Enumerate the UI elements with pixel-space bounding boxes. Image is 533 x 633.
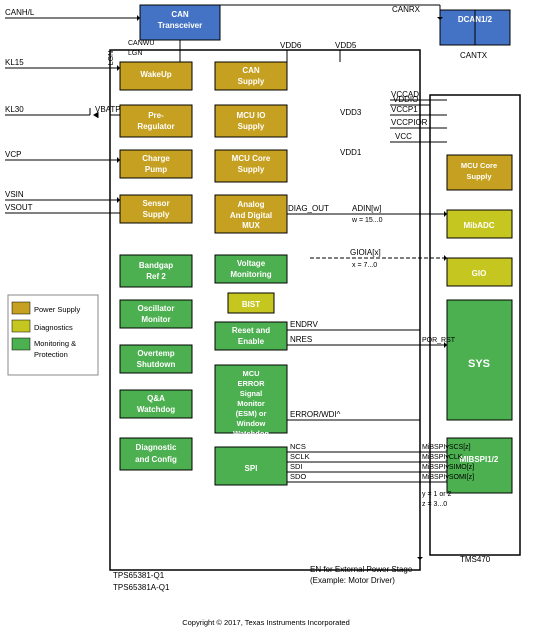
svg-text:VCC: VCC	[395, 132, 412, 141]
svg-text:ADIN[w]: ADIN[w]	[352, 204, 381, 213]
svg-text:Supply: Supply	[466, 172, 492, 181]
svg-text:ERROR: ERROR	[237, 379, 265, 388]
svg-text:TPS65381-Q1: TPS65381-Q1	[113, 571, 165, 580]
svg-text:CAN: CAN	[242, 66, 260, 75]
svg-text:TMS470: TMS470	[460, 555, 491, 564]
svg-text:VCCAD: VCCAD	[391, 90, 419, 99]
svg-text:VSIN: VSIN	[5, 190, 24, 199]
svg-text:SCLK: SCLK	[290, 452, 310, 461]
svg-text:ENDRV: ENDRV	[290, 320, 319, 329]
svg-text:w = 15...0: w = 15...0	[351, 217, 383, 224]
svg-text:Regulator: Regulator	[137, 122, 174, 131]
svg-text:VDD6: VDD6	[280, 41, 302, 50]
svg-text:KL15: KL15	[5, 58, 24, 67]
svg-text:EN for External Power Stage: EN for External Power Stage	[310, 565, 413, 574]
svg-text:VDD1: VDD1	[340, 148, 362, 157]
svg-text:MCU Core: MCU Core	[461, 161, 497, 170]
svg-text:Bandgap: Bandgap	[139, 261, 173, 270]
svg-text:Protection: Protection	[34, 350, 68, 359]
svg-text:Monitor: Monitor	[237, 399, 265, 408]
svg-text:x = 7...0: x = 7...0	[352, 262, 377, 269]
svg-text:(Example: Motor Driver): (Example: Motor Driver)	[310, 576, 395, 585]
svg-text:KL30: KL30	[5, 105, 24, 114]
svg-text:MCU Core: MCU Core	[232, 154, 271, 163]
svg-text:BIST: BIST	[242, 300, 260, 309]
svg-text:ERROR/WDI^: ERROR/WDI^	[290, 410, 341, 419]
svg-text:TPS65381A-Q1: TPS65381A-Q1	[113, 583, 170, 592]
svg-text:Monitor: Monitor	[141, 315, 170, 324]
svg-text:y = 1 or 2: y = 1 or 2	[422, 491, 451, 498]
svg-text:SDO: SDO	[290, 472, 306, 481]
svg-text:MiBSPIySCS[z]: MiBSPIySCS[z]	[422, 444, 471, 451]
svg-text:Copyright © 2017, Texas Instru: Copyright © 2017, Texas Instruments Inco…	[182, 618, 350, 627]
svg-text:Window: Window	[237, 419, 266, 428]
svg-text:Voltage: Voltage	[237, 259, 266, 268]
svg-text:Monitoring: Monitoring	[230, 270, 271, 279]
svg-text:MiBSPIyCLK: MiBSPIyCLK	[422, 454, 463, 461]
svg-text:Sensor: Sensor	[142, 199, 169, 208]
svg-text:Q&A: Q&A	[147, 394, 165, 403]
svg-text:Pump: Pump	[145, 165, 167, 174]
svg-text:Reset and: Reset and	[232, 326, 270, 335]
svg-text:Signal: Signal	[240, 389, 263, 398]
svg-text:And Digital: And Digital	[230, 211, 272, 220]
svg-text:CANTX: CANTX	[460, 51, 488, 60]
svg-text:Watchdog: Watchdog	[137, 405, 175, 414]
svg-text:Power Supply: Power Supply	[34, 305, 81, 314]
svg-text:Supply: Supply	[238, 165, 265, 174]
svg-text:Enable: Enable	[238, 337, 265, 346]
svg-text:Supply: Supply	[238, 122, 265, 131]
svg-text:Charge: Charge	[142, 154, 170, 163]
svg-text:VCCPIOR: VCCPIOR	[391, 118, 428, 127]
svg-text:GIOIA[x]: GIOIA[x]	[350, 248, 381, 257]
svg-text:MUX: MUX	[242, 221, 260, 230]
svg-text:Pre-: Pre-	[148, 111, 164, 120]
svg-text:SDI: SDI	[290, 462, 303, 471]
svg-text:Transceiver: Transceiver	[158, 21, 202, 30]
diagram-container: CAN Transceiver DCAN1/2 WakeUp Pre- Regu…	[0, 0, 533, 633]
svg-text:LGN: LGN	[128, 50, 142, 57]
svg-text:MCU IO: MCU IO	[237, 111, 266, 120]
svg-text:VDD3: VDD3	[340, 108, 362, 117]
svg-text:MibADC: MibADC	[463, 221, 494, 230]
svg-text:DIAG_OUT: DIAG_OUT	[288, 204, 329, 213]
svg-text:Diagnostic: Diagnostic	[136, 443, 177, 452]
svg-text:Monitoring &: Monitoring &	[34, 339, 76, 348]
svg-text:Ref 2: Ref 2	[146, 272, 166, 281]
svg-text:MiBSPIySIMO[z]: MiBSPIySIMO[z]	[422, 464, 474, 471]
svg-text:SPI: SPI	[245, 464, 258, 473]
svg-text:VDD5: VDD5	[335, 41, 357, 50]
svg-text:Oscillator: Oscillator	[138, 304, 175, 313]
svg-text:MIBSPI1/2: MIBSPI1/2	[460, 455, 499, 464]
svg-text:Shutdown: Shutdown	[137, 360, 176, 369]
svg-text:VBATP: VBATP	[95, 105, 121, 114]
svg-text:LGN: LGN	[108, 51, 115, 65]
svg-text:POR_RST: POR_RST	[422, 337, 456, 344]
svg-text:MCU: MCU	[242, 369, 259, 378]
svg-text:Analog: Analog	[237, 200, 264, 209]
svg-text:NCS: NCS	[290, 442, 306, 451]
svg-text:Supply: Supply	[238, 77, 265, 86]
svg-text:CANWU: CANWU	[128, 40, 154, 47]
svg-text:CANRX: CANRX	[392, 5, 421, 14]
svg-text:(ESM) or: (ESM) or	[236, 409, 267, 418]
svg-text:CAN: CAN	[171, 10, 189, 19]
svg-text:VCCP1: VCCP1	[391, 105, 418, 114]
svg-text:SYS: SYS	[468, 358, 490, 370]
svg-text:Diagnostics: Diagnostics	[34, 323, 73, 332]
svg-text:and Config: and Config	[135, 455, 177, 464]
svg-text:CANH/L: CANH/L	[5, 8, 35, 17]
svg-text:GIO: GIO	[472, 269, 487, 278]
svg-text:VSOUT: VSOUT	[5, 203, 33, 212]
svg-text:WakeUp: WakeUp	[140, 70, 171, 79]
svg-text:Overtemp: Overtemp	[137, 349, 174, 358]
svg-text:NRES: NRES	[290, 335, 312, 344]
svg-text:MiBSPIySOMI[z]: MiBSPIySOMI[z]	[422, 474, 474, 481]
svg-text:Watchdog: Watchdog	[233, 429, 269, 438]
svg-text:Supply: Supply	[143, 210, 170, 219]
svg-text:VCP: VCP	[5, 150, 21, 159]
svg-text:z = 3...0: z = 3...0	[422, 501, 447, 508]
